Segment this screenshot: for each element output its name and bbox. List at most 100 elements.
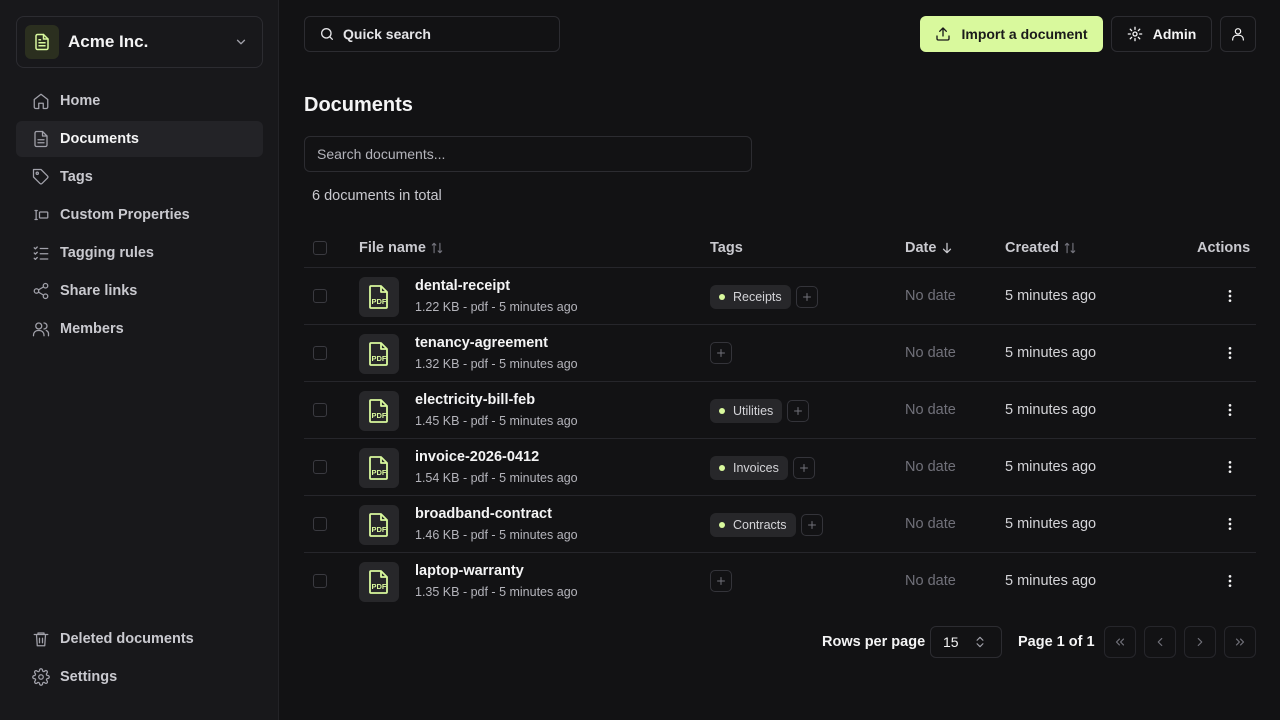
row-checkbox[interactable] [313,403,327,417]
sidebar-item-deleted-documents[interactable]: Deleted documents [16,621,263,657]
sidebar-item-tagging-rules[interactable]: Tagging rules [16,235,263,271]
table-row[interactable]: PDF broadband-contract 1.46 KB - pdf - 5 m… [304,496,1256,553]
rows-per-page-select[interactable]: 15 [930,626,1002,658]
row-actions-button[interactable] [1220,457,1240,477]
column-label: Created [1005,240,1059,256]
row-date: No date [905,573,956,589]
row-checkbox[interactable] [313,574,327,588]
add-tag-button[interactable] [710,342,732,364]
column-file-name[interactable]: File name [359,240,444,256]
plus-icon [798,462,810,474]
pdf-file-icon: PDF [359,391,399,431]
file-name-link[interactable]: electricity-bill-feb [415,392,535,408]
pdf-file-icon: PDF [359,277,399,317]
sidebar-item-label: Tagging rules [60,245,154,261]
row-tags: Utilities [710,399,810,423]
tag-label: Receipts [733,290,782,304]
sidebar-item-documents[interactable]: Documents [16,121,263,157]
sidebar: Acme Inc. Home Documents Tags Custom Pro… [0,0,279,720]
add-tag-button[interactable] [792,457,815,479]
more-vertical-icon [1222,345,1238,361]
sidebar-item-label: Members [60,321,124,337]
add-tag-button[interactable] [710,570,732,592]
table-row[interactable]: PDF electricity-bill-feb 1.45 KB - pdf - 5… [304,382,1256,439]
user-menu-button[interactable] [1220,16,1256,52]
file-name-link[interactable]: laptop-warranty [415,563,524,579]
tag-badge[interactable]: Utilities [710,399,783,423]
tag-label: Invoices [733,461,779,475]
row-created: 5 minutes ago [1005,288,1097,304]
sidebar-item-share-links[interactable]: Share links [16,273,263,309]
tag-badge[interactable]: Receipts [710,285,791,309]
file-name-link[interactable]: broadband-contract [415,506,552,522]
file-name-link[interactable]: tenancy-agreement [415,335,548,351]
last-page-button[interactable] [1224,626,1256,658]
plus-icon [715,347,727,359]
tag-badge[interactable]: Invoices [710,456,788,480]
sidebar-nav: Home Documents Tags Custom Properties Ta… [16,83,263,349]
table-row[interactable]: PDF laptop-warranty 1.35 KB - pdf - 5 minu… [304,553,1256,610]
plus-icon [806,519,818,531]
tag-badge[interactable]: Contracts [710,513,796,537]
column-date[interactable]: Date [905,240,954,256]
row-created: 5 minutes ago [1005,345,1097,361]
file-meta: 1.32 KB - pdf - 5 minutes ago [415,357,578,371]
row-actions-button[interactable] [1220,343,1240,363]
file-name-link[interactable]: invoice-2026-0412 [415,449,539,465]
file-meta: 1.35 KB - pdf - 5 minutes ago [415,585,578,599]
plus-icon [715,575,727,587]
import-document-button[interactable]: Import a document [920,16,1103,52]
row-actions-button[interactable] [1220,571,1240,591]
svg-text:PDF: PDF [372,411,387,420]
org-logo-icon [25,25,59,59]
gear-icon [32,668,50,686]
sidebar-item-settings[interactable]: Settings [16,659,263,695]
add-tag-button[interactable] [787,400,810,422]
admin-button[interactable]: Admin [1111,16,1212,52]
table-row[interactable]: PDF dental-receipt 1.22 KB - pdf - 5 minut… [304,268,1256,325]
table-row[interactable]: PDF invoice-2026-0412 1.54 KB - pdf - 5 mi… [304,439,1256,496]
select-all-checkbox[interactable] [313,241,327,255]
org-switcher[interactable]: Acme Inc. [16,16,263,68]
previous-page-button[interactable] [1144,626,1176,658]
column-label: Date [905,240,937,256]
sidebar-item-label: Custom Properties [60,207,190,223]
row-actions-button[interactable] [1220,400,1240,420]
table-header: File name Tags Date Created Actions [304,230,1256,268]
row-tags [710,570,732,592]
sidebar-item-members[interactable]: Members [16,311,263,347]
first-page-button[interactable] [1104,626,1136,658]
sidebar-item-home[interactable]: Home [16,83,263,119]
table-row[interactable]: PDF tenancy-agreement 1.32 KB - pdf - 5 mi… [304,325,1256,382]
column-created[interactable]: Created [1005,240,1077,256]
row-created: 5 minutes ago [1005,573,1097,589]
row-date: No date [905,402,956,418]
row-checkbox[interactable] [313,460,327,474]
sidebar-item-label: Deleted documents [60,631,194,647]
quick-search-button[interactable]: Quick search [304,16,560,52]
add-tag-button[interactable] [800,514,823,536]
file-name-link[interactable]: dental-receipt [415,278,510,294]
tag-label: Utilities [733,404,774,418]
tag-icon [32,168,50,186]
row-checkbox[interactable] [313,289,327,303]
tag-label: Contracts [733,518,787,532]
sidebar-item-tags[interactable]: Tags [16,159,263,195]
add-tag-button[interactable] [795,286,818,308]
quick-search-label: Quick search [343,26,431,42]
pdf-file-icon: PDF [359,505,399,545]
search-documents-input[interactable] [304,136,752,172]
user-icon [1230,26,1246,42]
row-checkbox[interactable] [313,517,327,531]
chevron-up-down-icon [973,635,987,649]
row-tags: Receipts [710,285,818,309]
row-actions-button[interactable] [1220,514,1240,534]
chevron-right-icon [1193,635,1207,649]
sidebar-item-custom-properties[interactable]: Custom Properties [16,197,263,233]
next-page-button[interactable] [1184,626,1216,658]
chevron-left-icon [1153,635,1167,649]
row-actions-button[interactable] [1220,286,1240,306]
pdf-file-icon: PDF [359,334,399,374]
table-body: PDF dental-receipt 1.22 KB - pdf - 5 minut… [304,268,1256,610]
row-checkbox[interactable] [313,346,327,360]
